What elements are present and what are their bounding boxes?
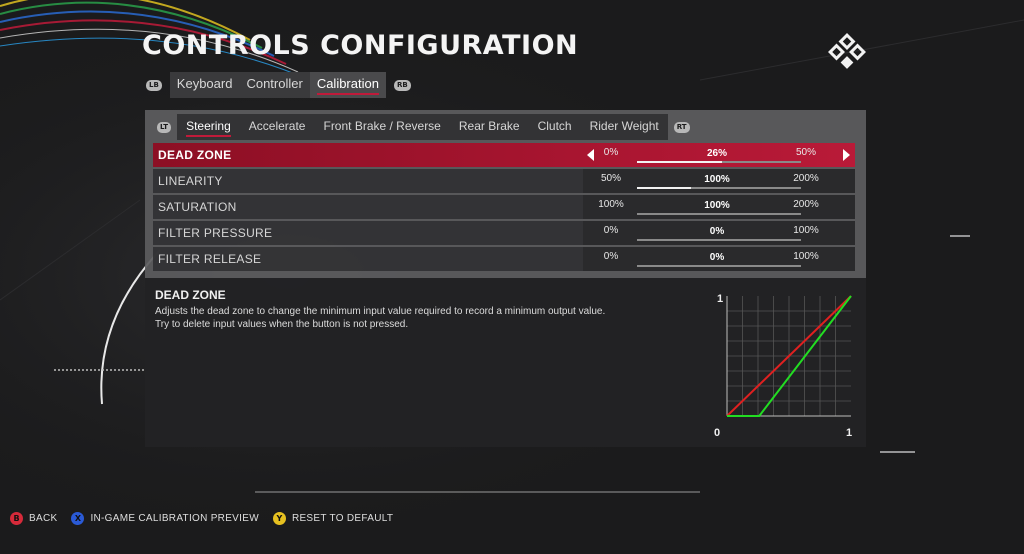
slider-min: 0% bbox=[603, 251, 619, 262]
description-text: Adjusts the dead zone to change the mini… bbox=[155, 305, 655, 331]
calibration-preview-label: IN-GAME CALIBRATION PREVIEW bbox=[90, 513, 259, 524]
sub-tab-bar: LT Steering Accelerate Front Brake / Rev… bbox=[157, 114, 696, 140]
graph-y-max-label: 1 bbox=[717, 293, 723, 305]
setting-slider[interactable]: 50% 100% 200% bbox=[583, 169, 855, 193]
lt-button-icon[interactable]: LT bbox=[157, 121, 172, 133]
description-title: DEAD ZONE bbox=[155, 288, 226, 302]
slider-track[interactable] bbox=[637, 187, 801, 189]
graph-x-max-label: 1 bbox=[846, 427, 852, 439]
slider-fill bbox=[637, 187, 692, 189]
description-line: Try to delete input values when the butt… bbox=[155, 319, 409, 330]
slider-value: 26% bbox=[706, 148, 727, 159]
slider-track[interactable] bbox=[637, 265, 801, 267]
slider-max: 200% bbox=[793, 199, 819, 210]
back-prompt[interactable]: B BACK bbox=[10, 512, 57, 525]
setting-row-dead-zone[interactable]: DEAD ZONE 0% 26% 50% bbox=[153, 143, 855, 167]
subtab-accelerate[interactable]: Accelerate bbox=[240, 114, 315, 140]
b-button-icon: B bbox=[10, 512, 23, 525]
subtab-steering[interactable]: Steering bbox=[177, 114, 240, 140]
slider-max: 50% bbox=[795, 147, 816, 158]
x-button-icon: X bbox=[71, 512, 85, 525]
setting-slider[interactable]: 0% 0% 100% bbox=[583, 247, 855, 271]
slider-track[interactable] bbox=[637, 213, 801, 215]
subtab-rear-brake[interactable]: Rear Brake bbox=[450, 114, 529, 140]
setting-label: FILTER PRESSURE bbox=[158, 226, 273, 240]
subtab-clutch[interactable]: Clutch bbox=[529, 114, 581, 140]
slider-track[interactable] bbox=[637, 239, 801, 241]
slider-max: 200% bbox=[793, 173, 819, 184]
setting-row-filter-release[interactable]: FILTER RELEASE 0% 0% 100% bbox=[153, 247, 855, 271]
slider-min: 0% bbox=[603, 225, 619, 236]
reset-default-label: RESET TO DEFAULT bbox=[291, 513, 394, 524]
graph-x-min-label: 0 bbox=[714, 427, 720, 439]
response-curve-graph: 1 0 1 bbox=[714, 293, 852, 439]
slider-max: 100% bbox=[793, 225, 819, 236]
slider-min: 50% bbox=[600, 173, 621, 184]
subtab-front-brake-reverse[interactable]: Front Brake / Reverse bbox=[314, 114, 449, 140]
calibration-preview-prompt[interactable]: X IN-GAME CALIBRATION PREVIEW bbox=[71, 512, 259, 525]
top-tab-bar: LB Keyboard Controller Calibration RB bbox=[146, 72, 411, 98]
top-tab-strip: Keyboard Controller Calibration bbox=[169, 72, 386, 98]
slider-value: 0% bbox=[709, 226, 725, 237]
y-button-icon: Y bbox=[272, 512, 286, 525]
setting-label: FILTER RELEASE bbox=[158, 252, 262, 266]
setting-row-filter-pressure[interactable]: FILTER PRESSURE 0% 0% 100% bbox=[153, 221, 855, 245]
setting-slider[interactable]: 100% 100% 200% bbox=[583, 195, 855, 219]
setting-label: SATURATION bbox=[158, 200, 237, 214]
tab-calibration[interactable]: Calibration bbox=[309, 72, 386, 98]
lb-button-icon[interactable]: LB bbox=[146, 79, 162, 91]
slider-track[interactable] bbox=[637, 161, 801, 163]
arrow-right-icon[interactable] bbox=[843, 149, 850, 161]
back-label: BACK bbox=[29, 513, 58, 524]
setting-slider[interactable]: 0% 0% 100% bbox=[583, 221, 855, 245]
subtab-rider-weight[interactable]: Rider Weight bbox=[581, 114, 668, 140]
setting-slider[interactable]: 0% 26% 50% bbox=[583, 143, 855, 167]
slider-max: 100% bbox=[793, 251, 819, 262]
slider-value: 0% bbox=[709, 252, 725, 263]
rt-button-icon[interactable]: RT bbox=[673, 121, 690, 133]
slider-value: 100% bbox=[704, 174, 730, 185]
gamepad-icon bbox=[828, 33, 866, 69]
slider-min: 100% bbox=[598, 199, 624, 210]
tab-keyboard[interactable]: Keyboard bbox=[170, 72, 240, 98]
reset-default-prompt[interactable]: Y RESET TO DEFAULT bbox=[272, 512, 394, 525]
button-prompts: B BACK X IN-GAME CALIBRATION PREVIEW Y R… bbox=[10, 512, 407, 525]
rb-button-icon[interactable]: RB bbox=[393, 79, 411, 91]
slider-fill bbox=[637, 161, 723, 163]
setting-label: LINEARITY bbox=[158, 174, 223, 188]
tab-controller[interactable]: Controller bbox=[239, 72, 309, 98]
description-panel: DEAD ZONE Adjusts the dead zone to chang… bbox=[145, 278, 866, 447]
description-line: Adjusts the dead zone to change the mini… bbox=[155, 306, 606, 317]
setting-row-saturation[interactable]: SATURATION 100% 100% 200% bbox=[153, 195, 855, 219]
page-title: CONTROLS CONFIGURATION bbox=[142, 30, 579, 61]
setting-row-linearity[interactable]: LINEARITY 50% 100% 200% bbox=[153, 169, 855, 193]
slider-value: 100% bbox=[704, 200, 730, 211]
setting-label: DEAD ZONE bbox=[158, 148, 232, 162]
calibration-panel: LT Steering Accelerate Front Brake / Rev… bbox=[145, 110, 866, 278]
slider-min: 0% bbox=[603, 147, 619, 158]
sub-tab-strip: Steering Accelerate Front Brake / Revers… bbox=[177, 114, 668, 140]
